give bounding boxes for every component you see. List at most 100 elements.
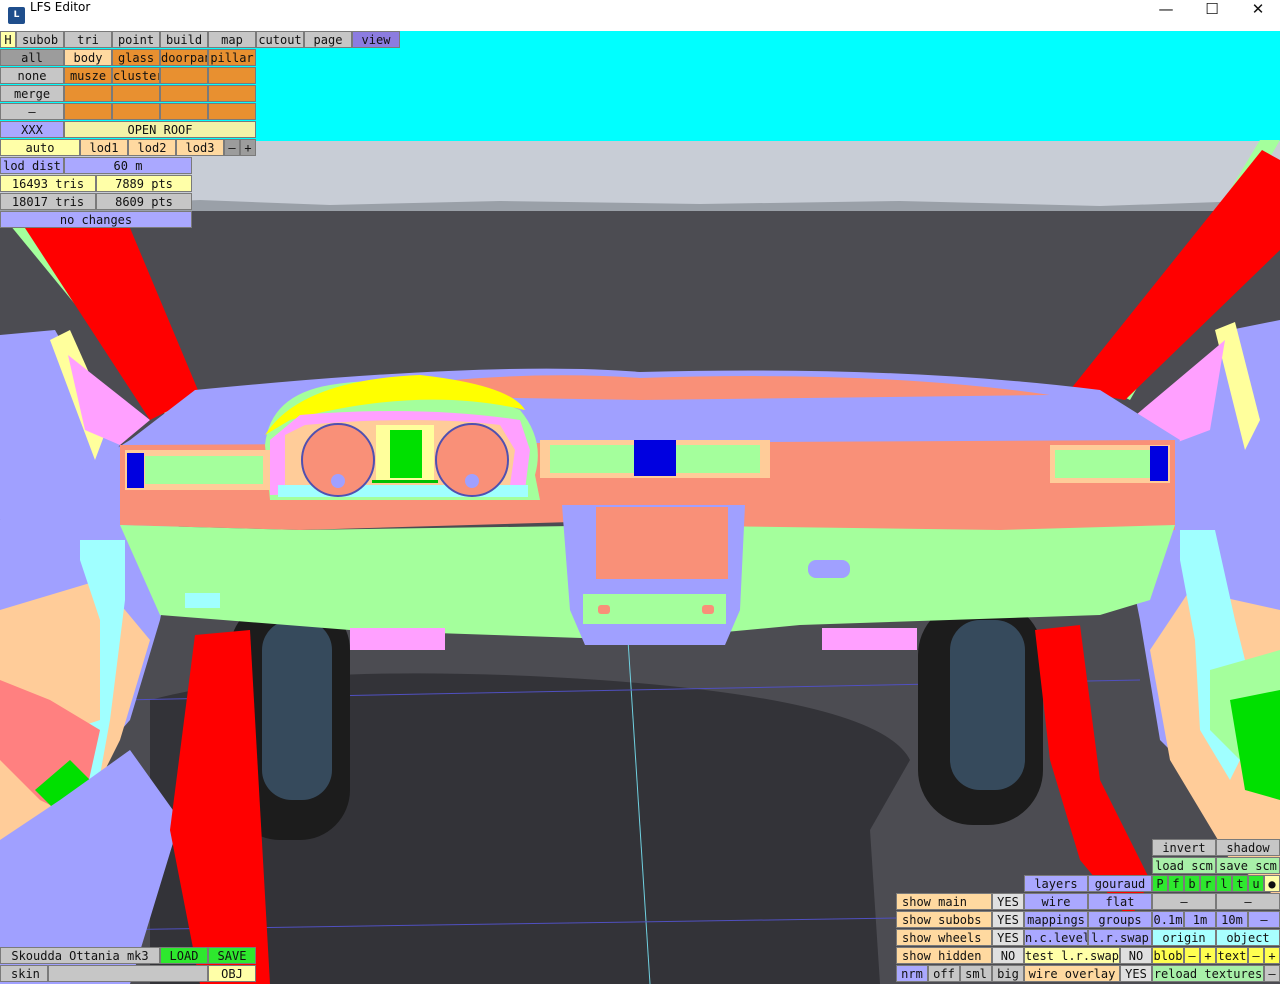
subob-empty[interactable] [208, 103, 256, 120]
size-big-button[interactable]: big [992, 965, 1024, 982]
text-button[interactable]: text [1216, 947, 1248, 964]
subob-empty[interactable] [112, 103, 160, 120]
help-button[interactable]: H [0, 31, 16, 48]
subob-empty[interactable] [208, 85, 256, 102]
tris-count: 16493 tris [0, 175, 96, 192]
obj-button[interactable]: OBJ [208, 965, 256, 982]
minimize-button[interactable]: — [1143, 0, 1189, 31]
subob-empty[interactable] [64, 85, 112, 102]
dash-button-2[interactable]: – [1216, 893, 1280, 910]
show-wheels-value[interactable]: YES [992, 929, 1024, 946]
save-button[interactable]: SAVE [208, 947, 256, 964]
grid-10m-button[interactable]: 10m [1216, 911, 1248, 928]
lod3-button[interactable]: lod3 [176, 139, 224, 156]
object-button[interactable]: object [1216, 929, 1280, 946]
tab-map[interactable]: map [208, 31, 256, 48]
shadow-button[interactable]: shadow [1216, 839, 1280, 856]
subob-musze[interactable]: musze [64, 67, 112, 84]
tab-cutout[interactable]: cutout [256, 31, 304, 48]
subob-empty[interactable] [160, 103, 208, 120]
wire-overlay-value[interactable]: YES [1120, 965, 1152, 982]
lod-dist-value[interactable]: 60 m [64, 157, 192, 174]
groups-button[interactable]: groups [1088, 911, 1152, 928]
tab-build[interactable]: build [160, 31, 208, 48]
merge-button[interactable]: merge [0, 85, 64, 102]
subob-pillar[interactable]: pillar [208, 49, 256, 66]
grid-1m-button[interactable]: 1m [1184, 911, 1216, 928]
test-lr-swap-value[interactable]: NO [1120, 947, 1152, 964]
blob-button[interactable]: blob [1152, 947, 1184, 964]
lod2-button[interactable]: lod2 [128, 139, 176, 156]
xxx-button[interactable]: XXX [0, 121, 64, 138]
subob-empty[interactable] [208, 67, 256, 84]
lod-minus-button[interactable]: – [224, 139, 240, 156]
layers-button[interactable]: layers [1024, 875, 1088, 892]
dash-button-4[interactable]: – [1264, 965, 1280, 982]
lod-plus-button[interactable]: + [240, 139, 256, 156]
view-u-button[interactable]: u [1248, 875, 1264, 892]
wire-overlay-button[interactable]: wire overlay [1024, 965, 1120, 982]
close-button[interactable]: ✕ [1235, 0, 1280, 31]
size-off-button[interactable]: off [928, 965, 960, 982]
test-lr-swap-button[interactable]: test l.r.swap [1024, 947, 1120, 964]
tab-tri[interactable]: tri [64, 31, 112, 48]
wire-button[interactable]: wire [1024, 893, 1088, 910]
tab-page[interactable]: page [304, 31, 352, 48]
blob-plus-button[interactable]: + [1200, 947, 1216, 964]
lod-auto-button[interactable]: auto [0, 139, 80, 156]
car-name-field[interactable]: Skoudda Ottania mk3 [0, 947, 160, 964]
dot-icon[interactable]: ● [1264, 875, 1280, 892]
tab-subob[interactable]: subob [16, 31, 64, 48]
maximize-button[interactable]: ☐ [1189, 0, 1235, 31]
subob-glass[interactable]: glass [112, 49, 160, 66]
text-plus-button[interactable]: + [1264, 947, 1280, 964]
view-t-button[interactable]: t [1232, 875, 1248, 892]
subob-body[interactable]: body [64, 49, 112, 66]
tab-view[interactable]: view [352, 31, 400, 48]
load-button[interactable]: LOAD [160, 947, 208, 964]
subob-doorpan[interactable]: doorpan [160, 49, 208, 66]
subob-empty[interactable] [160, 85, 208, 102]
tab-point[interactable]: point [112, 31, 160, 48]
gouraud-button[interactable]: gouraud [1088, 875, 1152, 892]
dash-button[interactable]: – [0, 103, 64, 120]
mappings-button[interactable]: mappings [1024, 911, 1088, 928]
load-scm-button[interactable]: load scm [1152, 857, 1216, 874]
view-r-button[interactable]: r [1200, 875, 1216, 892]
show-main-value[interactable]: YES [992, 893, 1024, 910]
nc-level-button[interactable]: n.c.level [1024, 929, 1088, 946]
grid-minus-button[interactable]: – [1248, 911, 1280, 928]
lr-swap-button[interactable]: l.r.swap [1088, 929, 1152, 946]
subob-empty[interactable] [112, 85, 160, 102]
flat-button[interactable]: flat [1088, 893, 1152, 910]
show-hidden-button[interactable]: show hidden [896, 947, 992, 964]
size-nrm-button[interactable]: nrm [896, 965, 928, 982]
grid-0-1m-button[interactable]: 0.1m [1152, 911, 1184, 928]
open-roof-label[interactable]: OPEN ROOF [64, 121, 256, 138]
view-b-button[interactable]: b [1184, 875, 1200, 892]
invert-button[interactable]: invert [1152, 839, 1216, 856]
size-sml-button[interactable]: sml [960, 965, 992, 982]
view-p-button[interactable]: P [1152, 875, 1168, 892]
show-main-button[interactable]: show main [896, 893, 992, 910]
select-none-button[interactable]: none [0, 67, 64, 84]
origin-button[interactable]: origin [1152, 929, 1216, 946]
show-hidden-value[interactable]: NO [992, 947, 1024, 964]
show-wheels-button[interactable]: show wheels [896, 929, 992, 946]
subob-empty[interactable] [64, 103, 112, 120]
dash-button-1[interactable]: – [1152, 893, 1216, 910]
lod1-button[interactable]: lod1 [80, 139, 128, 156]
save-scm-button[interactable]: save scm [1216, 857, 1280, 874]
subob-cluster[interactable]: cluster [112, 67, 160, 84]
view-f-button[interactable]: f [1168, 875, 1184, 892]
3d-viewport[interactable] [0, 31, 1280, 984]
select-all-button[interactable]: all [0, 49, 64, 66]
blob-minus-button[interactable]: – [1184, 947, 1200, 964]
text-minus-button[interactable]: – [1248, 947, 1264, 964]
view-l-button[interactable]: l [1216, 875, 1232, 892]
reload-textures-button[interactable]: reload textures [1152, 965, 1264, 982]
show-subobs-value[interactable]: YES [992, 911, 1024, 928]
skin-field[interactable] [48, 965, 208, 982]
show-subobs-button[interactable]: show subobs [896, 911, 992, 928]
subob-empty[interactable] [160, 67, 208, 84]
